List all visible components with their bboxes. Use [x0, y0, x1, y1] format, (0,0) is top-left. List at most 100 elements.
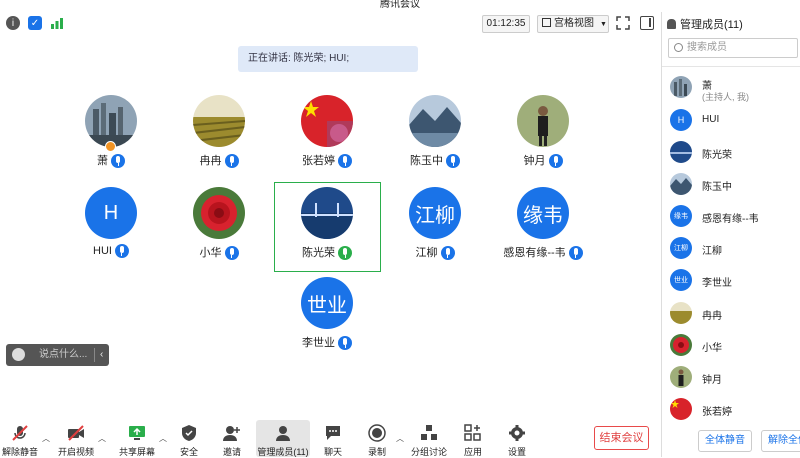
participant-tile[interactable]: 陈玉中: [381, 95, 489, 187]
mute-all-button[interactable]: 全体静音: [698, 430, 752, 452]
member-list-item[interactable]: 钟月: [670, 366, 798, 390]
manage-members-button[interactable]: 管理成员(11): [256, 420, 310, 457]
participant-tile[interactable]: 陈光荣: [273, 187, 381, 279]
participant-tile[interactable]: 张若婷: [273, 95, 381, 187]
chat-button[interactable]: 聊天: [318, 420, 348, 457]
member-search-input[interactable]: 搜索成员: [668, 38, 798, 58]
chevron-up-icon[interactable]: ︿: [159, 433, 167, 444]
window-title: 腾讯会议: [380, 0, 420, 10]
emoji-icon[interactable]: [12, 348, 25, 361]
share-screen-label: 共享屏幕: [118, 447, 155, 457]
member-list-item[interactable]: 张若婷: [670, 398, 798, 422]
gear-icon: [508, 424, 526, 442]
member-list-item[interactable]: 小华: [670, 334, 798, 358]
record-button[interactable]: 录制: [362, 420, 392, 457]
participant-tile[interactable]: 钟月: [489, 95, 597, 187]
member-name: HUI: [702, 114, 720, 125]
meeting-top-bar: i ✓ 01:12:35 宫格视图 ▼: [0, 12, 660, 36]
participant-name: 陈光荣: [302, 247, 335, 259]
chat-icon: [324, 424, 342, 442]
member-list-item[interactable]: 世业 李世业: [670, 269, 798, 293]
chevron-up-icon[interactable]: ︿: [42, 433, 50, 444]
panel-title: 管理成员(11): [680, 19, 743, 31]
avatar-initials: H: [677, 115, 685, 125]
apps-button[interactable]: 应用: [458, 420, 488, 457]
member-list-item[interactable]: 陈玉中: [670, 173, 798, 197]
mic-icon: [446, 154, 460, 169]
members-icon: [274, 424, 292, 442]
signal-icon[interactable]: [50, 16, 64, 30]
speaking-banner: 正在讲话: 陈光荣; HUI;: [238, 46, 418, 72]
unmute-all-button[interactable]: 解除全体静音: [761, 430, 800, 452]
shield-icon: [180, 424, 198, 442]
camera-off-icon: [67, 424, 85, 442]
host-badge-icon: [105, 141, 116, 152]
avatar: [670, 366, 692, 388]
search-placeholder: 搜索成员: [687, 42, 727, 53]
breakout-label: 分组讨论: [410, 447, 447, 457]
chevron-up-icon[interactable]: ︿: [98, 433, 106, 444]
chevron-up-icon[interactable]: ︿: [396, 433, 404, 444]
mic-icon: [338, 154, 352, 169]
avatar: 缘韦: [670, 205, 692, 227]
add-user-icon: [223, 424, 241, 442]
security-button[interactable]: 安全: [174, 420, 204, 457]
participant-name: 陈玉中: [410, 155, 443, 167]
chat-input[interactable]: 说点什么... ‹: [6, 344, 109, 366]
avatar-initials: 世业: [674, 277, 688, 284]
chat-placeholder: 说点什么...: [39, 349, 88, 360]
grid-icon: [542, 18, 551, 27]
avatar: 世业: [670, 269, 692, 291]
avatar: [670, 76, 692, 98]
breakout-button[interactable]: 分组讨论: [410, 420, 448, 457]
member-list-item[interactable]: 江柳 江柳: [670, 237, 798, 261]
participant-name: 萧: [97, 155, 108, 167]
member-list-item[interactable]: 缘韦 感恩有缘--韦: [670, 205, 798, 229]
shield-icon[interactable]: ✓: [28, 16, 42, 30]
member-list-item[interactable]: 冉冉: [670, 302, 798, 326]
participant-tile[interactable]: 萧: [57, 95, 165, 187]
participant-tile[interactable]: 小华: [165, 187, 273, 279]
member-list-item[interactable]: H HUI: [670, 109, 798, 133]
avatar: [517, 95, 569, 147]
avatar-initials: 江柳: [674, 245, 688, 252]
fullscreen-icon[interactable]: [616, 16, 630, 30]
avatar: [193, 187, 245, 239]
record-icon: [368, 424, 386, 442]
settings-button[interactable]: 设置: [502, 420, 532, 457]
participant-tile[interactable]: 世业 李世业: [273, 277, 381, 369]
invite-button[interactable]: 邀请: [217, 420, 247, 457]
share-screen-button[interactable]: 共享屏幕: [117, 420, 157, 457]
mic-muted-icon: [11, 424, 29, 442]
side-panel-toggle-icon[interactable]: [640, 16, 654, 30]
avatar-initials: H: [103, 201, 119, 224]
member-name: 感恩有缘--韦: [702, 214, 759, 225]
member-panel: 管理成员(11) 搜索成员 萧 (主持人, 我) H HUI 陈光荣 陈玉中 缘…: [661, 12, 800, 457]
mic-active-icon: [338, 246, 352, 261]
participant-name: HUI: [93, 244, 112, 257]
info-icon[interactable]: i: [6, 16, 20, 30]
apps-label: 应用: [463, 447, 482, 457]
avatar: [670, 141, 692, 163]
end-meeting-button[interactable]: 结束会议: [594, 426, 649, 450]
member-name: 陈玉中: [702, 182, 732, 193]
member-list-item[interactable]: 陈光荣: [670, 141, 798, 165]
participant-tile[interactable]: 江柳 江柳: [381, 187, 489, 279]
settings-label: 设置: [507, 447, 526, 457]
member-name: 李世业: [702, 278, 732, 289]
avatar-initials: 缘韦: [674, 213, 688, 220]
avatar-initials: 世业: [307, 294, 347, 317]
mic-icon: [440, 246, 455, 261]
chevron-left-icon[interactable]: ‹: [100, 344, 103, 366]
avatar: [85, 95, 137, 147]
start-video-button[interactable]: 开启视频: [56, 420, 96, 457]
members-icon: [667, 19, 676, 29]
participant-tile[interactable]: H HUI: [57, 187, 165, 279]
member-name: 冉冉: [702, 311, 722, 322]
security-label: 安全: [179, 447, 198, 457]
view-mode-button[interactable]: 宫格视图 ▼: [537, 15, 609, 33]
participant-tile[interactable]: 冉冉: [165, 95, 273, 187]
unmute-button[interactable]: 解除静音: [0, 420, 40, 457]
participant-tile[interactable]: 缘韦 感恩有缘--韦: [489, 187, 597, 279]
member-list-item[interactable]: 萧 (主持人, 我): [670, 76, 798, 102]
